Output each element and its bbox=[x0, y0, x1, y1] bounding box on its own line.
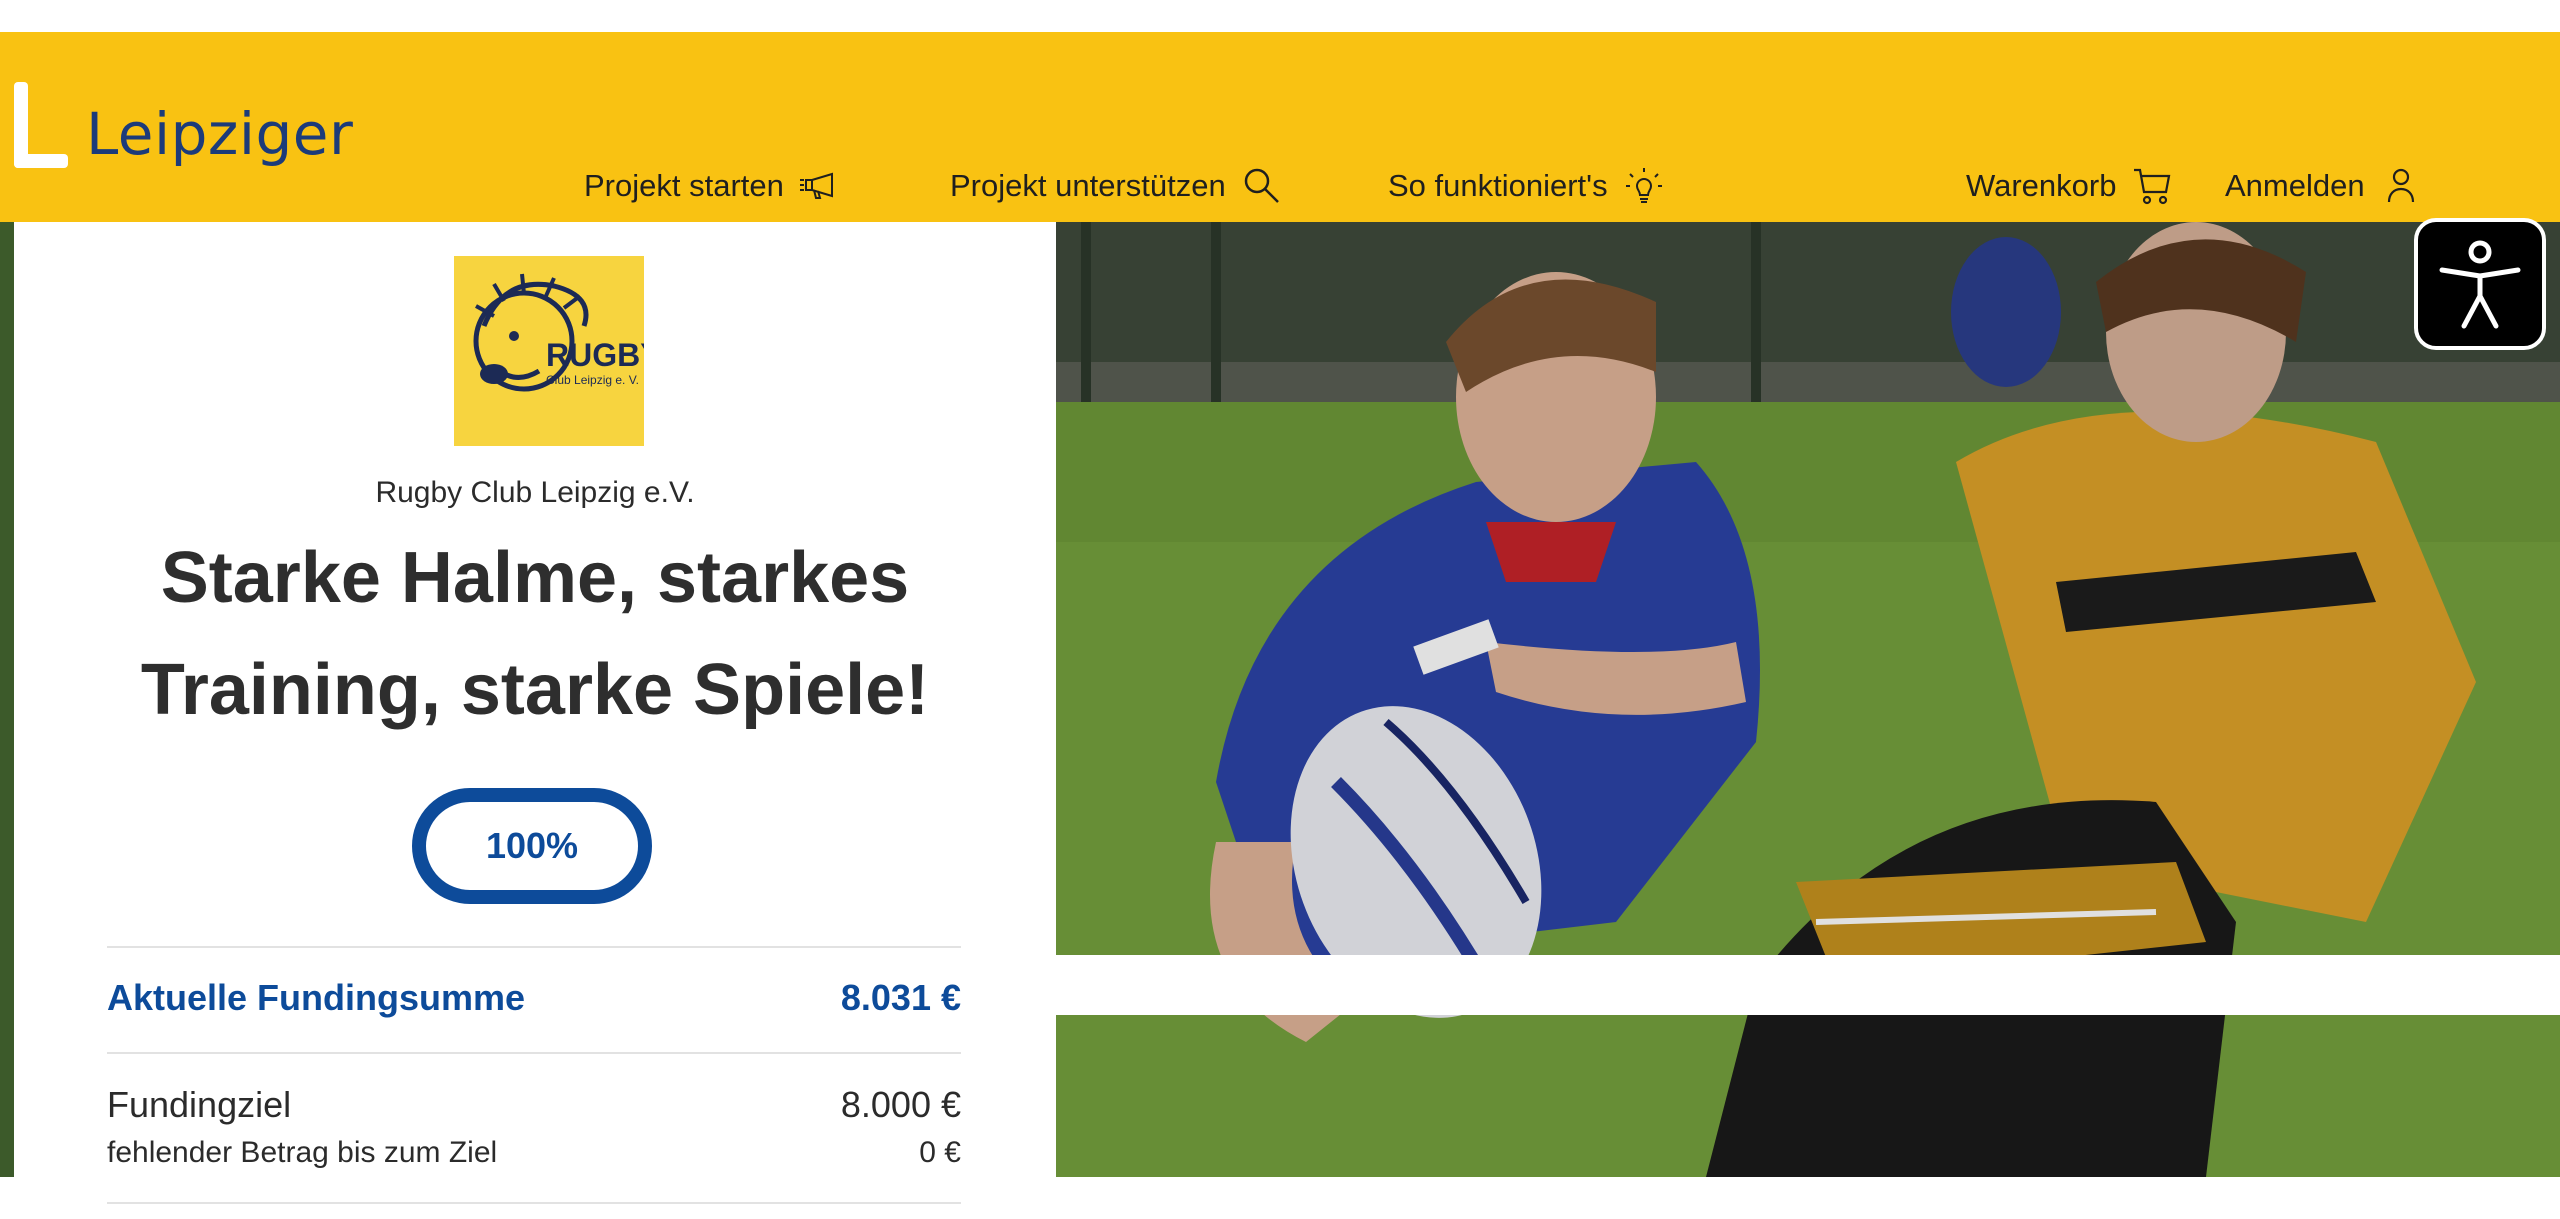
nav-login-label: Anmelden bbox=[2225, 168, 2365, 203]
missing-amount-label: fehlender Betrag bis zum Ziel bbox=[107, 1136, 498, 1169]
nav-start-project-label: Projekt starten bbox=[584, 168, 784, 203]
top-navigation-bar: Leipziger Projekt starten Projekt unters… bbox=[0, 32, 2560, 222]
nav-cart[interactable]: Warenkorb bbox=[1966, 164, 2174, 208]
hero-photo-illustration bbox=[1056, 222, 2560, 1177]
current-funding-label: Aktuelle Fundingsumme bbox=[107, 977, 526, 1018]
hero-background-edge bbox=[0, 222, 14, 1177]
megaphone-icon bbox=[799, 172, 833, 199]
current-funding-value: 8.031 € bbox=[840, 977, 961, 1018]
accessibility-icon bbox=[2439, 240, 2521, 329]
nav-how-it-works[interactable]: So funktioniert's bbox=[1388, 164, 1666, 208]
nav-login[interactable]: Anmelden bbox=[2225, 164, 2423, 208]
funding-goal-row: Fundingziel 8.000 € bbox=[107, 1084, 961, 1126]
divider bbox=[107, 946, 961, 948]
divider bbox=[107, 1202, 961, 1204]
funding-goal-label: Fundingziel bbox=[107, 1084, 292, 1125]
search-icon bbox=[1244, 168, 1279, 203]
lion-logo-graphic: RUGBY Club Leipzig e. V. bbox=[473, 273, 644, 392]
accessibility-button[interactable] bbox=[2414, 218, 2546, 350]
nav-support-project-label: Projekt unterstützen bbox=[950, 168, 1226, 203]
cart-icon bbox=[2134, 168, 2171, 205]
current-funding-row: Aktuelle Fundingsumme 8.031 € bbox=[107, 976, 961, 1020]
logo-text: Leipziger bbox=[86, 100, 354, 168]
project-summary-card: RUGBY Club Leipzig e. V. Rugby Club Leip… bbox=[14, 222, 1056, 1219]
club-logo-subtext: Club Leipzig e. V. bbox=[546, 373, 639, 387]
divider bbox=[107, 1052, 961, 1054]
missing-amount-row: fehlender Betrag bis zum Ziel 0 € bbox=[107, 1136, 961, 1170]
funding-progress-badge: 100% bbox=[412, 788, 652, 904]
hero-photo-rugby-players bbox=[1056, 222, 2560, 1177]
nav-cart-label: Warenkorb bbox=[1966, 168, 2117, 203]
missing-amount-value: 0 € bbox=[919, 1136, 961, 1169]
logo-mark bbox=[14, 82, 68, 168]
user-icon bbox=[2387, 168, 2414, 203]
lightbulb-icon bbox=[1625, 168, 1662, 203]
hero-bottom-spacer bbox=[1056, 955, 2560, 1015]
club-logo-text: RUGBY bbox=[546, 337, 644, 373]
funding-goal-value: 8.000 € bbox=[840, 1084, 961, 1125]
funding-progress-label: 100% bbox=[485, 825, 579, 866]
club-logo: RUGBY Club Leipzig e. V. bbox=[454, 256, 644, 446]
club-name[interactable]: Rugby Club Leipzig e.V. bbox=[14, 476, 1056, 510]
project-title: Starke Halme, starkes Training, starke S… bbox=[140, 538, 930, 730]
nav-how-it-works-label: So funktioniert's bbox=[1388, 168, 1608, 203]
nav-start-project[interactable]: Projekt starten bbox=[584, 164, 842, 208]
nav-support-project[interactable]: Projekt unterstützen bbox=[950, 164, 1284, 208]
